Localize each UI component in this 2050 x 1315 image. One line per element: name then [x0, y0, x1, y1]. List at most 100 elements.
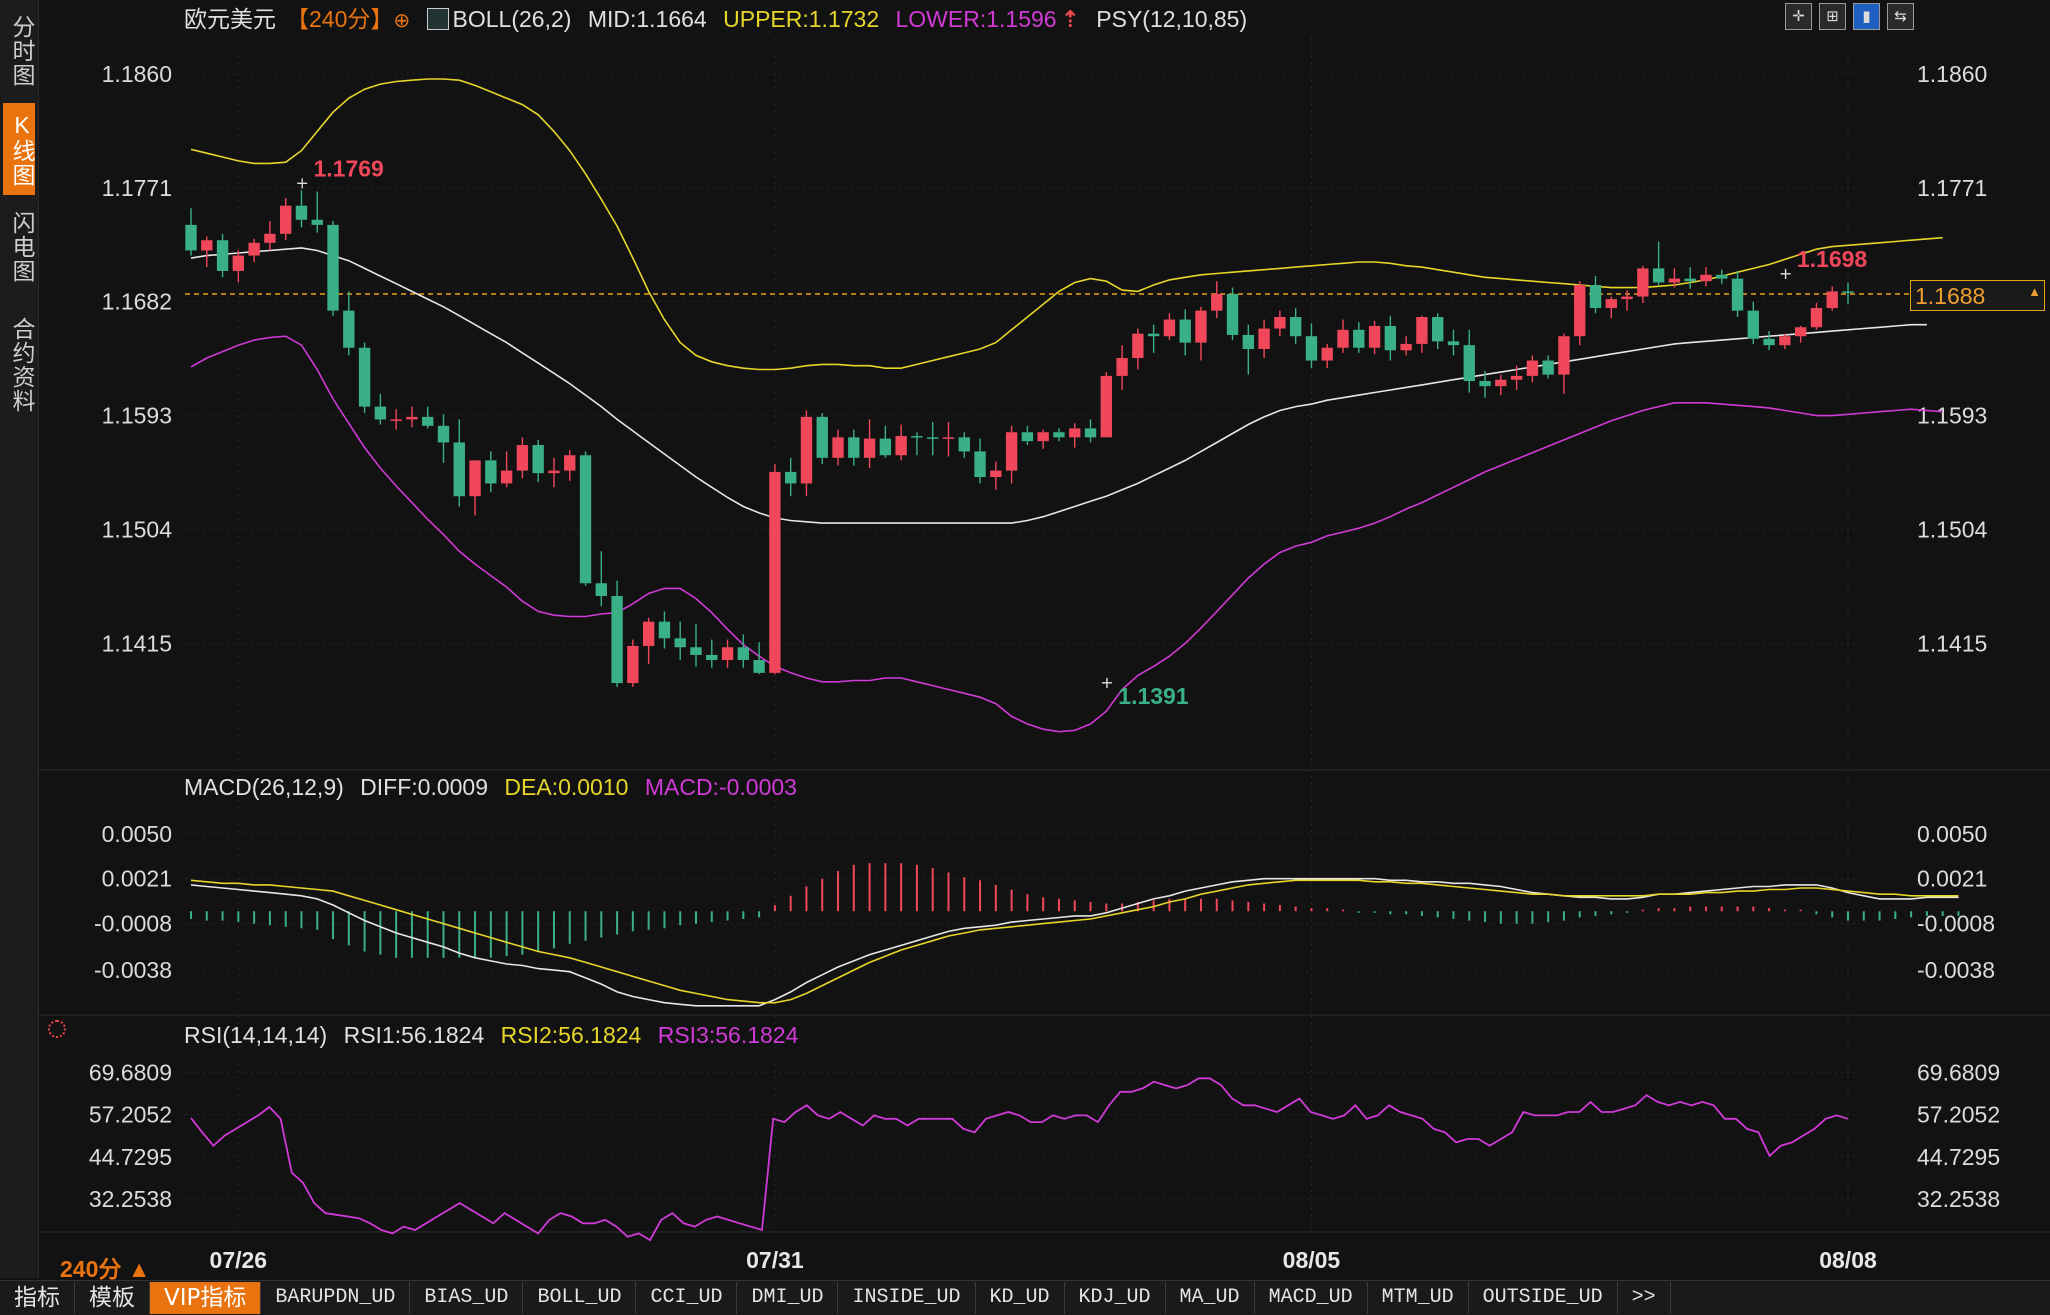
- period-tag: 【240分】: [286, 6, 394, 32]
- y-tick-label-right: 0.0050: [1917, 821, 1987, 847]
- bottom-tab-2[interactable]: VIP指标: [150, 1282, 262, 1314]
- candle-body: [769, 471, 781, 673]
- bottom-tab-0[interactable]: 指标: [0, 1282, 75, 1314]
- y-tick-label-right: 69.6809: [1917, 1060, 2000, 1086]
- candle-body: [658, 621, 671, 639]
- macd-dea: DEA:0.0010: [504, 774, 629, 800]
- candle-body: [1763, 338, 1775, 346]
- price-annotation: 1.1698: [1797, 246, 1868, 272]
- y-tick-label-right: 1.1771: [1917, 175, 1987, 201]
- macd-dea-line: [190, 879, 1959, 1004]
- add-icon[interactable]: ⊕: [393, 10, 410, 32]
- y-tick-label-left: 1.1593: [102, 403, 172, 429]
- y-tick-label-left: 1.1682: [102, 289, 172, 315]
- candle-body: [1289, 317, 1302, 337]
- y-tick-label-right: 1.1860: [1917, 61, 1987, 87]
- period-selector[interactable]: 240分 ▲: [60, 1250, 151, 1284]
- bottom-tab-inside-ud[interactable]: INSIDE_UD: [838, 1282, 976, 1314]
- y-tick-label-right: 1.1415: [1917, 630, 1987, 656]
- chart-canvas[interactable]: 1.18601.18601.17711.17711.16821.16821.15…: [0, 0, 2050, 1314]
- candle-body: [1574, 285, 1586, 337]
- candle-body: [1100, 375, 1112, 438]
- candle-body: [674, 638, 686, 648]
- y-tick-label-left: 1.1860: [102, 61, 172, 87]
- candle-body: [453, 442, 465, 497]
- psy-name: PSY(12,10,85): [1096, 6, 1248, 32]
- candle-body: [469, 460, 481, 497]
- price-annotation: 1.1391: [1118, 683, 1189, 709]
- price-annotation: 1.1769: [313, 155, 383, 181]
- y-tick-label-right: 0.0021: [1917, 866, 1987, 892]
- y-tick-label-left: 57.2052: [89, 1102, 172, 1128]
- candle-body: [1700, 274, 1712, 282]
- candle-body: [1826, 291, 1838, 309]
- draw-icon[interactable]: ⊞: [1819, 3, 1846, 30]
- boll-icon[interactable]: [426, 8, 449, 30]
- layout-icon[interactable]: ⇆: [1887, 3, 1914, 30]
- bottom-tab-kdj-ud[interactable]: KDJ_UD: [1065, 1282, 1166, 1314]
- candle-body: [1132, 333, 1144, 358]
- candle-body: [1195, 310, 1207, 343]
- y-tick-label-left: -0.0038: [94, 957, 172, 983]
- current-price: 1.1688: [1915, 283, 1986, 309]
- candle-body: [532, 445, 544, 474]
- bottom-tab-bias-ud[interactable]: BIAS_UD: [410, 1282, 524, 1314]
- boll-upper-line: [190, 78, 1943, 371]
- bottom-tab-cci-ud[interactable]: CCI_UD: [636, 1282, 738, 1314]
- candle-body: [1053, 432, 1065, 438]
- x-tick-label: 08/05: [1283, 1247, 1341, 1273]
- candle-body: [390, 419, 402, 421]
- candle-body: [800, 416, 813, 484]
- y-tick-label-left: 0.0021: [102, 866, 172, 892]
- y-tick-label-left: 44.7295: [89, 1144, 172, 1170]
- bottom-tab-kd-ud[interactable]: KD_UD: [976, 1282, 1065, 1314]
- bottom-tab-15[interactable]: >>: [1618, 1282, 1671, 1314]
- y-tick-label-left: 69.6809: [89, 1060, 172, 1086]
- y-tick-label-left: -0.0008: [94, 911, 172, 937]
- bottom-tab-boll-ud[interactable]: BOLL_UD: [523, 1282, 637, 1314]
- y-tick-label-right: 44.7295: [1917, 1144, 2000, 1170]
- extreme-marker-icon: +: [1100, 673, 1113, 692]
- bottom-tab-barupdn-ud[interactable]: BARUPDN_UD: [261, 1282, 411, 1314]
- bottom-tab-ma-ud[interactable]: MA_UD: [1166, 1282, 1255, 1314]
- macd-diff-line: [190, 877, 1959, 1007]
- candle-body: [879, 438, 892, 456]
- bottom-tab-dmi-ud[interactable]: DMI_UD: [737, 1282, 839, 1314]
- bottom-tab-mtm-ud[interactable]: MTM_UD: [1368, 1282, 1469, 1314]
- y-tick-label-left: 1.1771: [102, 175, 172, 201]
- candle-body: [280, 205, 292, 234]
- candle-body: [1558, 336, 1570, 375]
- candle-body: [264, 233, 276, 243]
- candle-body: [990, 470, 1002, 478]
- indicator-icon[interactable]: ▮: [1853, 3, 1880, 30]
- bottom-tab-macd-ud[interactable]: MACD_UD: [1255, 1282, 1368, 1314]
- bottom-tab-outside-ud[interactable]: OUTSIDE_UD: [1469, 1282, 1618, 1314]
- candle-body: [1779, 336, 1791, 346]
- candle-body: [1747, 310, 1759, 339]
- candle-body: [1321, 347, 1333, 361]
- candle-body: [548, 470, 560, 474]
- candle-body: [1021, 432, 1034, 442]
- candle-body: [1463, 345, 1475, 382]
- candle-body: [1368, 325, 1381, 348]
- candle-body: [927, 437, 939, 439]
- candle-body: [1526, 360, 1539, 376]
- bottom-tab-1[interactable]: 模板: [75, 1282, 150, 1314]
- y-tick-label-left: 0.0050: [102, 821, 172, 847]
- settings-icon[interactable]: [48, 1020, 66, 1038]
- symbol-name: 欧元美元: [184, 6, 276, 32]
- candle-body: [1274, 317, 1286, 329]
- candle-body: [863, 438, 876, 458]
- price-marker-icon: ▲: [2028, 284, 2041, 299]
- candle-body: [406, 416, 418, 420]
- chart-toolbar: ✛ ⊞ ▮ ⇆: [1785, 3, 1914, 30]
- candle-body: [1542, 360, 1554, 375]
- crosshair-icon[interactable]: ✛: [1785, 3, 1812, 30]
- candle-body: [232, 255, 245, 271]
- candle-body: [248, 242, 260, 256]
- candle-body: [1605, 299, 1617, 309]
- boll-upper: UPPER:1.1732: [723, 6, 880, 32]
- candle-body: [1005, 432, 1018, 471]
- candle-body: [627, 645, 639, 684]
- candle-body: [216, 240, 229, 271]
